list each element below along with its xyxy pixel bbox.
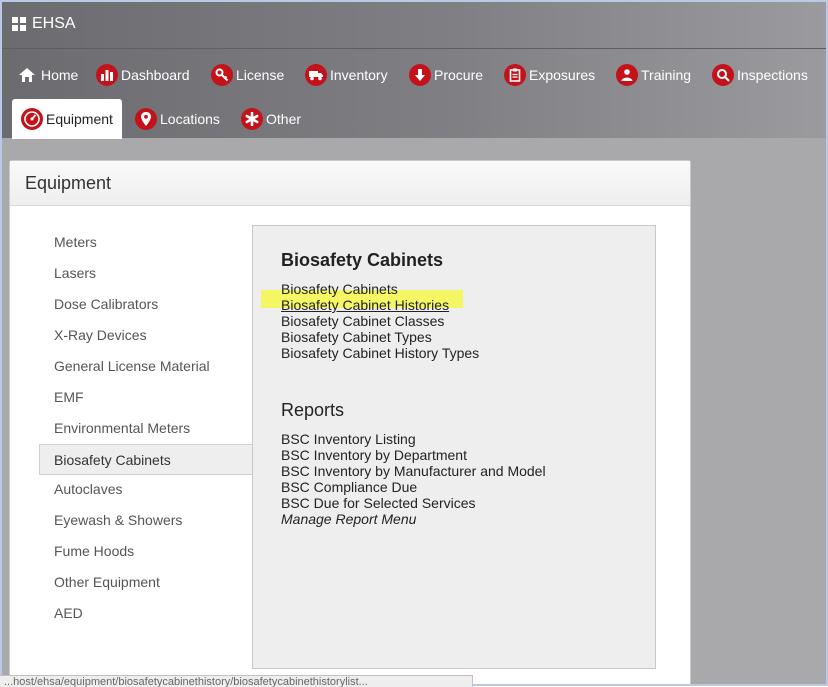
sidebar-item-label: Meters <box>54 234 97 250</box>
nav-label: License <box>236 67 285 83</box>
sidebar-item-x-ray-devices[interactable]: X-Ray Devices <box>40 320 268 350</box>
sidebar-item-emf[interactable]: EMF <box>40 382 268 412</box>
sidebar-item-fume-hoods[interactable]: Fume Hoods <box>40 536 268 566</box>
sidebar-item-label: X-Ray Devices <box>54 327 147 343</box>
sidebar-item-label: Other Equipment <box>54 574 160 590</box>
link-biosafety-cabinet-history-types[interactable]: Biosafety Cabinet History Types <box>281 345 479 361</box>
nav-dashboard[interactable]: Dashboard <box>96 55 190 95</box>
report-link[interactable]: BSC Compliance Due <box>281 479 546 495</box>
section-title: Biosafety Cabinets <box>281 250 444 270</box>
nav-procure[interactable]: Procure <box>409 55 483 95</box>
truck-icon <box>305 64 327 86</box>
divider <box>2 48 826 49</box>
nav-inspections[interactable]: Inspections <box>712 55 808 95</box>
report-link[interactable]: BSC Inventory by Department <box>281 447 546 463</box>
key-icon <box>211 64 233 86</box>
sidebar-item-dose-calibrators[interactable]: Dose Calibrators <box>40 289 268 319</box>
nav-equipment[interactable]: Equipment <box>12 99 122 139</box>
sidebar-item-other-equipment[interactable]: Other Equipment <box>40 567 268 597</box>
report-link[interactable]: BSC Inventory by Manufacturer and Model <box>281 463 546 479</box>
person-icon <box>616 64 638 86</box>
nav-license[interactable]: License <box>211 55 284 95</box>
content-area: Biosafety Cabinets Biosafety Cabinets Bi… <box>252 225 656 669</box>
sidebar-item-aed[interactable]: AED <box>40 598 268 628</box>
link-biosafety-cabinets[interactable]: Biosafety Cabinets <box>281 281 479 297</box>
sidebar-item-label: Autoclaves <box>54 481 123 497</box>
sidebar-item-label: Fume Hoods <box>54 543 135 559</box>
report-link[interactable]: BSC Inventory Listing <box>281 431 546 447</box>
report-link[interactable]: BSC Due for Selected Services <box>281 495 546 511</box>
equipment-panel: Equipment Meters Lasers Dose Calibrators… <box>9 160 691 684</box>
sidebar-item-label: AED <box>54 605 83 621</box>
nav-label: Dashboard <box>121 67 190 83</box>
nav-training[interactable]: Training <box>616 55 691 95</box>
nav-label: Exposures <box>529 67 596 83</box>
grid-icon <box>12 17 26 31</box>
sidebar-item-label: Dose Calibrators <box>54 296 159 312</box>
map-pin-icon <box>135 108 157 130</box>
link-list: Biosafety Cabinets Biosafety Cabinet His… <box>281 281 479 361</box>
clipboard-icon <box>504 64 526 86</box>
panel-title: Equipment <box>10 161 690 206</box>
nav-label: Procure <box>434 67 484 83</box>
nav-home[interactable]: Home <box>16 55 78 95</box>
nav-label: Other <box>266 111 302 127</box>
app-window: EHSA Home Dashboard License Inventory Pr… <box>0 0 828 686</box>
sidebar-item-label: EMF <box>54 389 84 405</box>
sidebar-item-lasers[interactable]: Lasers <box>40 258 268 288</box>
sidebar-item-label: Environmental Meters <box>54 420 191 436</box>
section-title: Reports <box>281 400 345 420</box>
nav-label: Inventory <box>330 67 388 83</box>
bar-chart-icon <box>96 64 118 86</box>
app-title: EHSA <box>32 15 76 32</box>
home-icon <box>16 64 38 86</box>
nav-exposures[interactable]: Exposures <box>504 55 595 95</box>
magnifier-icon <box>712 64 734 86</box>
sidebar-item-label: Lasers <box>54 265 97 281</box>
sidebar-item-general-license-material[interactable]: General License Material <box>40 351 268 381</box>
sidebar-item-eyewash-showers[interactable]: Eyewash & Showers <box>40 505 268 535</box>
nav-label: Equipment <box>46 111 113 127</box>
arrow-down-icon <box>409 64 431 86</box>
link-biosafety-cabinet-classes[interactable]: Biosafety Cabinet Classes <box>281 313 479 329</box>
nav-label: Inspections <box>737 67 808 83</box>
nav-locations[interactable]: Locations <box>135 99 220 139</box>
sidebar-item-label: Biosafety Cabinets <box>54 451 171 468</box>
nav-label: Home <box>41 67 79 83</box>
sidebar-item-environmental-meters[interactable]: Environmental Meters <box>40 413 268 443</box>
asterisk-icon <box>241 108 263 130</box>
link-biosafety-cabinet-types[interactable]: Biosafety Cabinet Types <box>281 329 479 345</box>
nav-label: Locations <box>160 111 220 127</box>
sidebar-item-autoclaves[interactable]: Autoclaves <box>40 474 268 504</box>
sidebar-item-biosafety-cabinets[interactable]: Biosafety Cabinets <box>39 444 268 475</box>
app-brand[interactable]: EHSA <box>12 12 76 36</box>
nav-label: Training <box>641 67 692 83</box>
gauge-icon <box>21 108 43 130</box>
link-biosafety-cabinet-histories[interactable]: Biosafety Cabinet Histories <box>281 297 479 313</box>
manage-report-menu-link[interactable]: Manage Report Menu <box>281 511 546 527</box>
top-navigation: EHSA Home Dashboard License Inventory Pr… <box>2 2 826 139</box>
nav-other[interactable]: Other <box>241 99 301 139</box>
sidebar-item-label: Eyewash & Showers <box>54 512 183 528</box>
nav-inventory[interactable]: Inventory <box>305 55 388 95</box>
sidebar-item-label: General License Material <box>54 358 210 374</box>
status-bar-url: ...host/ehsa/equipment/biosafetycabineth… <box>0 675 473 687</box>
report-list: BSC Inventory Listing BSC Inventory by D… <box>281 431 546 527</box>
sidebar-item-meters[interactable]: Meters <box>40 227 268 257</box>
